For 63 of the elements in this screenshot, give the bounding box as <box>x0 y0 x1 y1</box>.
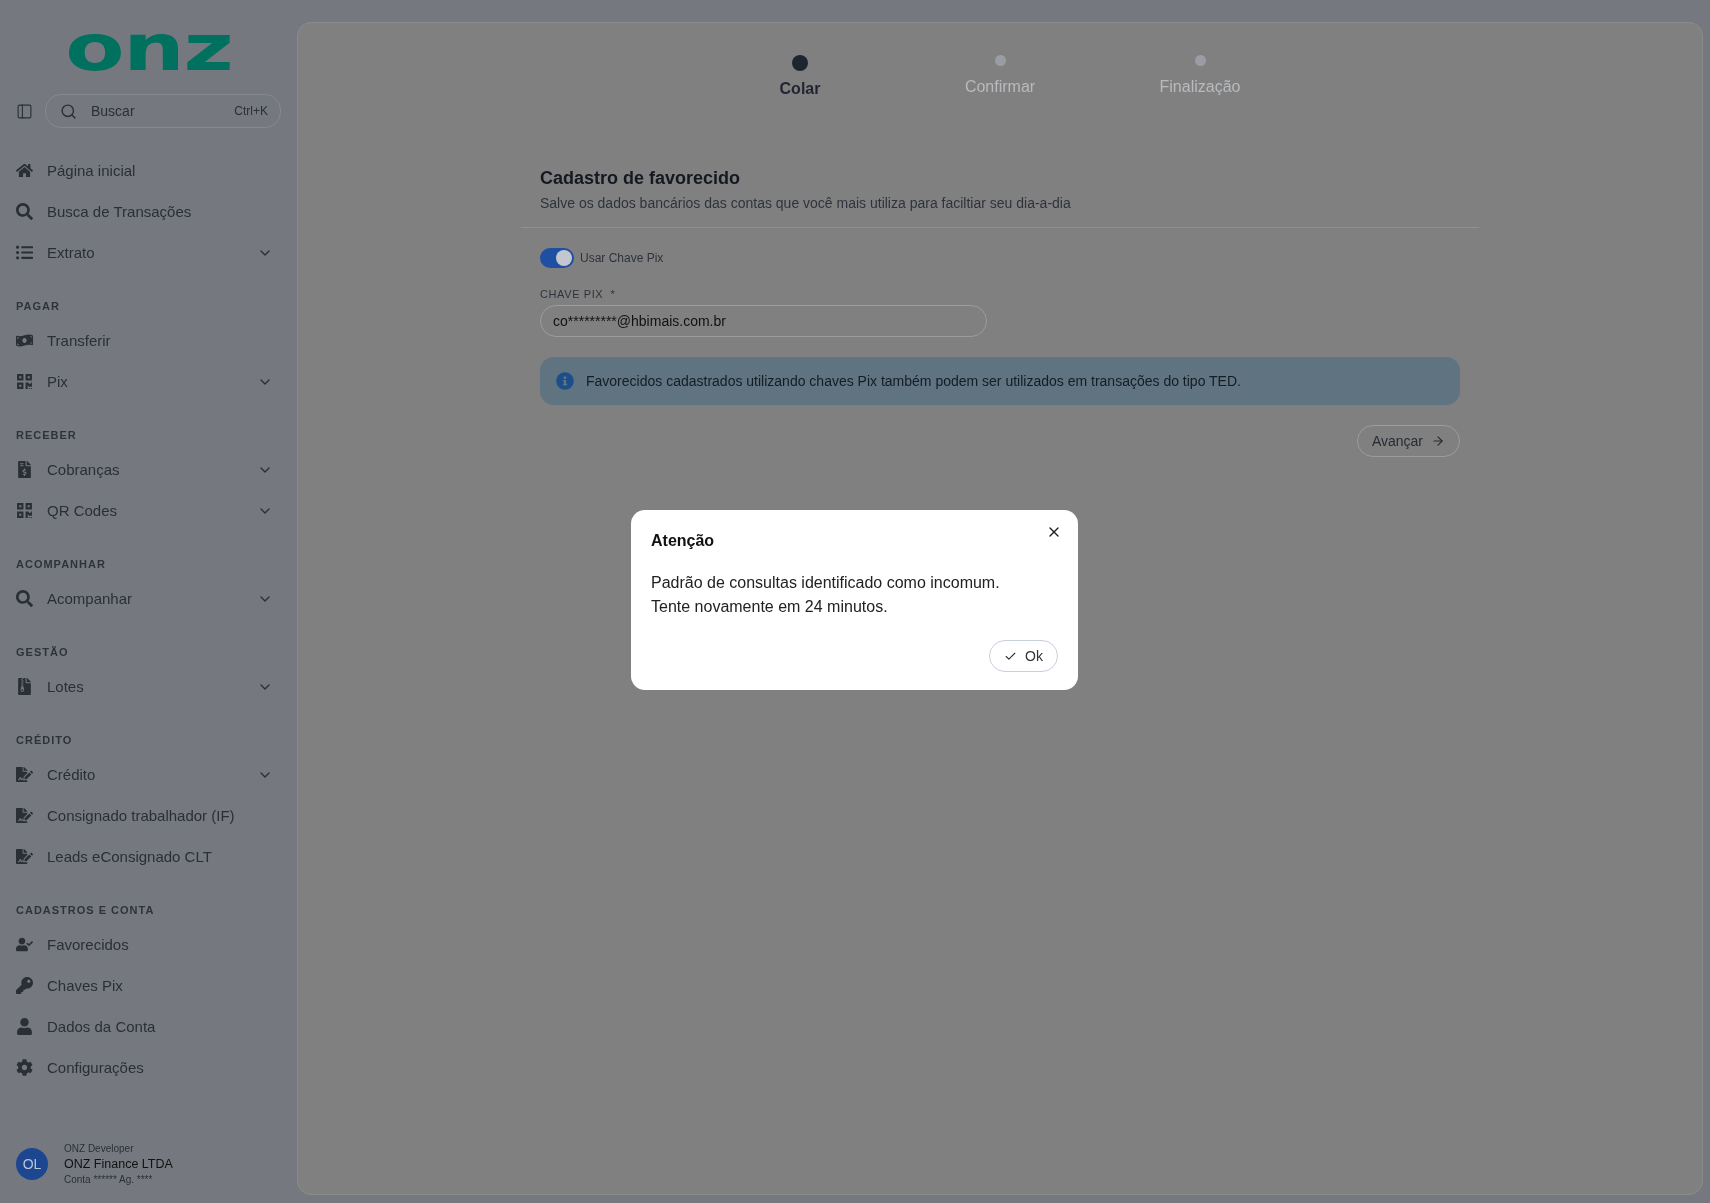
document-icon <box>16 807 33 824</box>
nav-item[interactable]: Página inicial <box>16 150 281 191</box>
nav-item[interactable]: QR Codes <box>16 490 281 531</box>
search-input[interactable]: Buscar <box>89 102 223 120</box>
user-role: ONZ Developer <box>64 1143 135 1154</box>
step-label: Finalização <box>1159 78 1241 96</box>
dialog-message: Padrão de consultas identificado como incomum. <box>651 574 1001 592</box>
section-heading: ACOMPANHAR <box>16 557 107 572</box>
company-name: ONZ Finance LTDA <box>64 1157 173 1171</box>
ok-button[interactable]: Ok <box>989 640 1058 672</box>
key-icon <box>16 977 33 994</box>
logo: onz <box>64 16 233 87</box>
invoice-icon <box>16 461 33 478</box>
search-field[interactable]: Buscar Ctrl+K <box>45 94 281 128</box>
toggle-label: Usar Chave Pix <box>580 251 664 265</box>
nav-item[interactable]: Crédito <box>16 754 281 795</box>
nav-item[interactable]: Dados da Conta <box>16 1006 281 1047</box>
nav-item[interactable]: Lotes <box>16 666 281 707</box>
dialog-title: Atenção <box>651 532 716 550</box>
form-subtitle: Salve os dados bancários das contas que você mais utiliza para faciltiar seu dia-a-dia <box>540 195 1072 211</box>
section-heading: GESTÃO <box>16 645 70 660</box>
nav-item[interactable]: Extrato <box>16 232 281 273</box>
list-icon <box>16 244 33 261</box>
nav-item[interactable]: Favorecidos <box>16 924 281 965</box>
nav-item[interactable]: Chaves Pix <box>16 965 281 1006</box>
nav-item[interactable]: Acompanhar <box>16 578 281 619</box>
qr-code-icon <box>16 373 33 390</box>
money-icon <box>16 332 33 349</box>
nav-item[interactable]: Pix <box>16 361 281 402</box>
field-label: CHAVE PIX * <box>540 288 617 300</box>
search-icon <box>16 590 33 607</box>
info-text: Favorecidos cadastrados utilizando chaves Pix também podem ser utilizados em transações do tipo TED. <box>586 373 1241 389</box>
step-label: Colar <box>779 80 821 98</box>
section-heading: RECEBER <box>16 428 78 443</box>
account-info: Conta ****** Ag. **** <box>64 1174 154 1185</box>
search-icon <box>60 102 77 120</box>
sidebar-toggle-icon[interactable] <box>16 102 33 120</box>
nav-item[interactable]: Configurações <box>16 1047 281 1088</box>
section-heading: CADASTROS E CONTA <box>16 903 156 918</box>
section-heading: CRÉDITO <box>16 733 74 748</box>
document-icon <box>16 766 33 783</box>
user-check-icon <box>16 936 33 953</box>
settings-icon <box>16 1059 33 1076</box>
document-icon <box>16 848 33 865</box>
archive-file-icon <box>16 678 33 695</box>
nav-item[interactable]: Transferir <box>16 320 281 361</box>
nav-item[interactable]: Consignado trabalhador (IF) <box>16 795 281 836</box>
form-title: Cadastro de favorecido <box>540 168 742 189</box>
nav-item[interactable]: Leads eConsignado CLT <box>16 836 281 877</box>
nav-item[interactable]: Busca de Transações <box>16 191 281 232</box>
step-label: Confirmar <box>964 78 1036 96</box>
user-icon <box>16 1018 33 1035</box>
toggle-switch[interactable] <box>540 248 574 268</box>
info-icon <box>556 372 574 390</box>
search-icon <box>16 203 33 220</box>
home-icon <box>16 162 33 179</box>
section-heading: PAGAR <box>16 299 61 314</box>
qr-code-icon <box>16 502 33 519</box>
input-field[interactable]: co*********@hbimais.com.br <box>540 305 987 337</box>
shortcut-hint: Ctrl+K <box>234 104 268 118</box>
avatar: OL <box>16 1148 48 1180</box>
nav-item[interactable]: Cobranças <box>16 449 281 490</box>
dialog-message: Tente novamente em 24 minutos. <box>651 598 889 616</box>
